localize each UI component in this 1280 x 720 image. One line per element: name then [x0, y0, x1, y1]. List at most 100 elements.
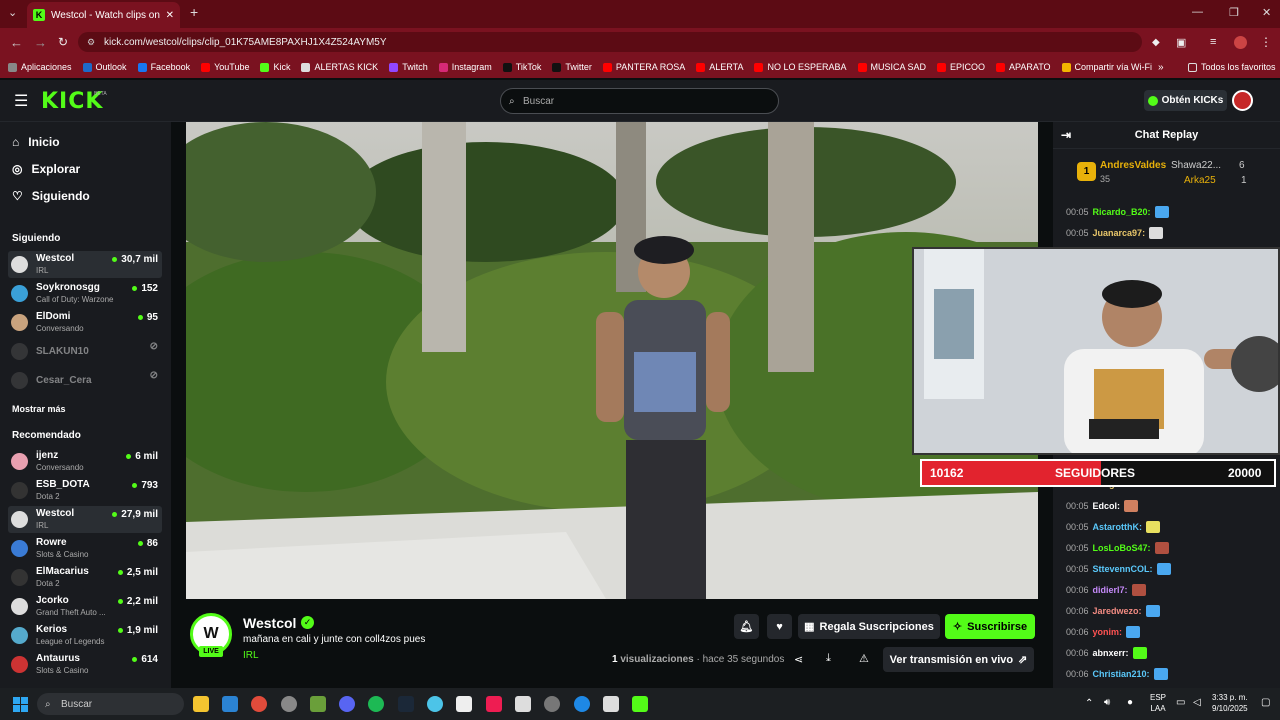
leader3-name[interactable]: Arka25 [1184, 175, 1216, 186]
notifications-icon[interactable]: ▢ [1261, 697, 1270, 708]
share-icon[interactable]: ⋖ [794, 653, 803, 666]
leader2-name[interactable]: Shawa22... [1171, 160, 1221, 171]
sidebar-channel[interactable]: Jcorko Grand Theft Auto ... 2,2 mil [8, 593, 162, 620]
sidebar-channel[interactable]: Antaurus Slots & Casino 614 [8, 651, 162, 678]
message-user[interactable]: Juanarca97: [1093, 228, 1146, 238]
message-user[interactable]: Edcol: [1093, 501, 1121, 511]
bookmark-item[interactable]: Facebook [137, 62, 190, 72]
bookmark-item[interactable]: EPICOO [937, 62, 985, 72]
message-user[interactable]: Christian210: [1093, 669, 1150, 679]
bookmark-item[interactable]: Aplicaciones [8, 62, 72, 72]
app3-icon[interactable] [427, 696, 443, 712]
speaker-icon[interactable]: ◁ [1193, 697, 1201, 708]
hamburger-menu-icon[interactable]: ☰ [14, 91, 28, 111]
user-avatar[interactable] [1232, 90, 1253, 111]
sidebar-channel[interactable]: ESB_DOTA Dota 2 793 [8, 477, 162, 504]
nav-siguiendo[interactable]: ♡ Siguiendo [12, 189, 90, 203]
bookmark-item[interactable]: Kick [260, 62, 290, 72]
message-user[interactable]: Ricardo_B20: [1093, 207, 1151, 217]
extension-icon[interactable]: ◆ [1152, 37, 1160, 48]
sidebar-channel[interactable]: Kerios League of Legends 1,9 mil [8, 622, 162, 649]
bookmark-item[interactable]: NO LO ESPERABA [754, 62, 847, 72]
bookmark-item[interactable]: PANTERA ROSA [602, 62, 685, 72]
sidebar-channel[interactable]: Westcol IRL 30,7 mil [8, 251, 162, 278]
close-window-icon[interactable]: ✕ [1262, 6, 1271, 19]
sidebar-channel[interactable]: ElDomi Conversando 95 [8, 309, 162, 336]
discord-icon[interactable] [339, 696, 355, 712]
show-more-link[interactable]: Mostrar más [12, 404, 66, 414]
bookmark-item[interactable]: ALERTAS KICK [301, 62, 378, 72]
bookmark-item[interactable]: Compartir vía Wi-Fi [1061, 62, 1152, 72]
tray-chevron-icon[interactable]: ⌃ [1085, 698, 1093, 709]
bookmark-item[interactable]: YouTube [201, 62, 249, 72]
store-icon[interactable] [222, 696, 238, 712]
message-user[interactable]: didierl7: [1093, 585, 1128, 595]
search-input[interactable]: ⌕ Buscar [500, 88, 779, 114]
clock[interactable]: 3:33 p. m. 9/10/2025 [1212, 692, 1248, 714]
nav-explorar[interactable]: ◎ Explorar [12, 162, 80, 176]
more-bookmarks-icon[interactable]: » [1158, 62, 1164, 73]
category-link[interactable]: IRL [243, 650, 259, 661]
message-user[interactable]: Jaredwezo: [1093, 606, 1142, 616]
message-user[interactable]: AstarotthK: [1093, 522, 1143, 532]
app4-icon[interactable] [574, 696, 590, 712]
document-icon[interactable] [515, 696, 531, 712]
channel-name[interactable]: Westcol [243, 615, 296, 631]
nav-inicio[interactable]: ⌂ Inicio [12, 135, 60, 149]
bookmark-item[interactable]: Twitter [552, 62, 592, 72]
browser-tab[interactable]: K Westcol - Watch clips on Kick ✕ [27, 2, 180, 28]
tiktok-icon[interactable] [486, 696, 502, 712]
watch-live-button[interactable]: Ver transmisión en vivo ⇗ [883, 647, 1034, 672]
sidebar-channel[interactable]: SLAKUN10 ⊘ [8, 338, 162, 365]
kick-app-icon[interactable] [632, 696, 648, 712]
spotify-icon[interactable] [368, 696, 384, 712]
sidebar-channel[interactable]: Cesar_Cera ⊘ [8, 367, 162, 394]
new-tab-icon[interactable]: + [190, 4, 198, 20]
mic-icon[interactable]: ● [1127, 697, 1133, 708]
volume-icon[interactable]: 🔊︎ [1104, 697, 1110, 708]
sidebar-channel[interactable]: Soykronosgg Call of Duty: Warzone 152 [8, 280, 162, 307]
profile-icon[interactable] [1234, 35, 1247, 49]
windows-start-icon[interactable] [13, 697, 28, 712]
subscribe-button[interactable]: ✧ Suscribirse [945, 614, 1035, 639]
bookmark-item[interactable]: ALERTA [696, 62, 743, 72]
sidebar-channel[interactable]: ijenz Conversando 6 mil [8, 448, 162, 475]
menu-icon[interactable]: ⋮ [1260, 35, 1272, 49]
message-user[interactable]: abnxerr: [1093, 648, 1129, 658]
notification-bell-icon[interactable]: 🔔︎ [734, 614, 759, 639]
tab-search-icon[interactable]: ⌄ [8, 6, 17, 19]
gift-subs-button[interactable]: ▦ Regala Suscripciones [798, 614, 940, 639]
bookmark-item[interactable]: Twitch [389, 62, 428, 72]
puzzle-icon[interactable]: ▣ [1176, 36, 1186, 49]
app2-icon[interactable] [310, 696, 326, 712]
collapse-chat-icon[interactable]: ⇥ [1061, 128, 1071, 142]
get-kicks-button[interactable]: Obtén KICKs [1144, 90, 1227, 111]
sidebar-channel[interactable]: Rowre Slots & Casino 86 [8, 535, 162, 562]
all-favorites[interactable]: Todos los favoritos [1188, 62, 1276, 72]
bookmark-item[interactable]: TikTok [502, 62, 541, 72]
url-field[interactable]: ⚙ kick.com/westcol/clips/clip_01K75AME8P… [78, 32, 1142, 52]
site-info-icon[interactable]: ⚙ [87, 37, 95, 48]
taskbar-search[interactable]: ⌕ Buscar [37, 693, 184, 715]
leader-name[interactable]: AndresValdes [1100, 160, 1166, 171]
chrome-icon[interactable] [251, 696, 267, 712]
capcut-icon[interactable] [603, 696, 619, 712]
message-user[interactable]: LosLoBoS47: [1093, 543, 1151, 553]
maximize-icon[interactable]: ❐ [1229, 6, 1239, 19]
app-icon[interactable] [281, 696, 297, 712]
notepad-icon[interactable] [456, 696, 472, 712]
bookmark-item[interactable]: MUSICA SAD [857, 62, 926, 72]
follow-heart-icon[interactable]: ♥ [767, 614, 792, 639]
reload-icon[interactable]: ↻ [58, 35, 68, 49]
message-user[interactable]: yonim: [1093, 627, 1123, 637]
video-player[interactable] [186, 122, 1038, 599]
network-icon[interactable]: ▭ [1176, 697, 1185, 708]
back-icon[interactable]: ← [10, 35, 23, 50]
sidebar-channel[interactable]: ElMacarius Dota 2 2,5 mil [8, 564, 162, 591]
settings-icon[interactable] [544, 696, 560, 712]
media-icon[interactable]: ≡ [1210, 36, 1216, 48]
bookmark-item[interactable]: Outlook [82, 62, 127, 72]
report-icon[interactable]: ⚠ [859, 652, 869, 665]
forward-icon[interactable]: → [34, 35, 47, 50]
sidebar-channel[interactable]: Westcol IRL 27,9 mil [8, 506, 162, 533]
